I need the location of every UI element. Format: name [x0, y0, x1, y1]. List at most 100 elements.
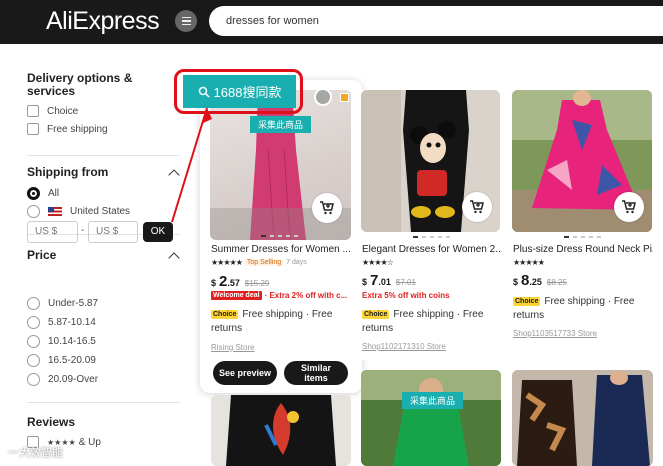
cart-icon	[470, 200, 484, 214]
chevron-up-icon[interactable]	[168, 252, 180, 264]
radio[interactable]	[27, 297, 40, 310]
price-integer: 2	[219, 273, 228, 290]
price-max-input[interactable]: US $	[88, 221, 138, 243]
filter-free-shipping-label: Free shipping	[47, 123, 108, 135]
welcome-deal-badge: Welcome deal	[211, 291, 262, 300]
product-image[interactable]	[361, 370, 501, 466]
sold-period: 7 days	[286, 259, 307, 266]
product-price: $7.01 $7.01	[362, 272, 416, 289]
image-carousel-dots[interactable]	[564, 236, 601, 238]
price-range-label: Under-5.87	[48, 298, 99, 309]
divider	[27, 402, 180, 403]
price-integer: 8	[521, 272, 530, 289]
image-carousel-dots[interactable]	[413, 236, 450, 238]
original-price: $15.29	[244, 279, 270, 288]
choice-badge: Choice	[211, 310, 239, 319]
shipping-info: Choice Free shipping · Free returns	[211, 308, 351, 336]
image-carousel-dots[interactable]	[261, 235, 298, 237]
product-price: $2.57 $15.29	[211, 273, 269, 290]
see-preview-button[interactable]: See preview	[213, 361, 277, 385]
choice-badge: Choice	[513, 297, 541, 306]
price-range-label: 10.14-16.5	[48, 336, 96, 347]
product-rating: ★★★★★ Top Selling 7 days	[211, 258, 307, 267]
currency-symbol: $	[211, 278, 217, 288]
add-to-cart-button[interactable]	[462, 192, 492, 222]
filter-choice-label: Choice	[47, 105, 79, 117]
plugin-toggle[interactable]	[314, 88, 332, 106]
ship-from-us[interactable]: United States	[27, 205, 130, 218]
original-price: $8.25	[546, 278, 567, 287]
rating-stars-icon: ★★★★☆	[362, 258, 394, 267]
product-image[interactable]	[512, 370, 653, 466]
divider	[27, 155, 180, 156]
price-min-input[interactable]: US $	[27, 221, 78, 243]
watermark: 一大效智能	[8, 447, 63, 459]
rating-stars-icon: ★★★★★	[211, 258, 243, 267]
price-decimal: .25	[529, 277, 542, 287]
rating-stars-icon: ★★★★★	[513, 258, 545, 267]
top-header: AliExpress dresses for women	[0, 0, 663, 44]
original-price: $7.01	[395, 278, 416, 287]
product-card[interactable]: Elegant Dresses for Women 2... ★★★★☆ $7.…	[361, 90, 502, 360]
store-link[interactable]: Shop1102171310 Store	[362, 342, 446, 351]
radio[interactable]	[27, 205, 40, 218]
product-price: $8.25 $8.25	[513, 272, 567, 289]
radio[interactable]	[27, 316, 40, 329]
product-title[interactable]: Elegant Dresses for Women 2...	[362, 244, 502, 255]
price-range-item[interactable]: 20.09-Over	[27, 373, 98, 386]
shipping-info: Choice Free shipping · Free returns	[362, 308, 502, 336]
price-range-item[interactable]: 5.87-10.14	[27, 316, 96, 329]
cart-icon	[320, 201, 334, 215]
promo-line: Welcome deal · Extra 2% off with c...	[211, 291, 356, 300]
collect-product-badge[interactable]: 采集此商品	[402, 392, 464, 409]
filter-choice[interactable]: Choice	[27, 105, 78, 117]
choice-checkbox[interactable]	[27, 105, 39, 117]
plugin-mini-icon[interactable]	[340, 93, 349, 102]
ship-from-all[interactable]: All	[27, 187, 59, 200]
product-rating: ★★★★☆	[362, 258, 394, 267]
similar-items-button[interactable]: Similar items	[284, 361, 348, 385]
reviews-title: Reviews	[27, 415, 76, 429]
product-rating: ★★★★★	[513, 258, 545, 267]
price-range-label: 20.09-Over	[48, 374, 99, 385]
menu-icon[interactable]	[175, 10, 197, 32]
currency-symbol: $	[362, 277, 368, 287]
product-title[interactable]: Plus-size Dress Round Neck Pi...	[513, 244, 653, 255]
add-to-cart-button[interactable]	[312, 193, 342, 223]
product-image[interactable]	[211, 395, 351, 466]
search-input[interactable]: dresses for women	[209, 6, 663, 36]
price-range-item[interactable]: 16.5-20.09	[27, 354, 96, 367]
radio[interactable]	[27, 373, 40, 386]
price-dash: -	[81, 225, 85, 236]
price-ok-button[interactable]: OK	[143, 222, 173, 242]
radio-selected[interactable]	[27, 187, 40, 200]
ship-from-all-label: All	[48, 188, 60, 199]
highlight-box	[174, 69, 303, 114]
us-flag-icon	[48, 207, 62, 216]
promo-text: · Extra 2% off with c...	[264, 291, 348, 300]
price-range-label: 5.87-10.14	[48, 317, 96, 328]
filter-free-shipping[interactable]: Free shipping	[27, 123, 108, 135]
collect-product-badge[interactable]: 采集此商品	[250, 116, 312, 133]
product-title[interactable]: Summer Dresses for Women ...	[211, 244, 351, 255]
product-card[interactable]: Plus-size Dress Round Neck Pi... ★★★★★ $…	[512, 90, 653, 360]
price-range-item[interactable]: 10.14-16.5	[27, 335, 96, 348]
price-title: Price	[27, 248, 57, 262]
aliexpress-logo[interactable]: AliExpress	[46, 7, 160, 36]
store-link[interactable]: Rising Store	[211, 343, 255, 352]
top-selling-badge: Top Selling	[244, 259, 284, 266]
choice-badge: Choice	[362, 310, 390, 319]
price-integer: 7	[370, 272, 379, 289]
price-decimal: .01	[378, 277, 391, 287]
reviews-filter-label: & Up	[78, 436, 101, 448]
free-shipping-checkbox[interactable]	[27, 123, 39, 135]
price-decimal: .57	[227, 278, 240, 288]
price-range-item[interactable]: Under-5.87	[27, 297, 98, 310]
radio[interactable]	[27, 354, 40, 367]
store-link[interactable]: Shop1103517733 Store	[513, 329, 597, 338]
price-range-label: 16.5-20.09	[48, 355, 96, 366]
chevron-up-icon[interactable]	[168, 169, 180, 181]
delivery-options-title: Delivery options & services	[27, 71, 133, 98]
add-to-cart-button[interactable]	[614, 192, 644, 222]
radio[interactable]	[27, 335, 40, 348]
